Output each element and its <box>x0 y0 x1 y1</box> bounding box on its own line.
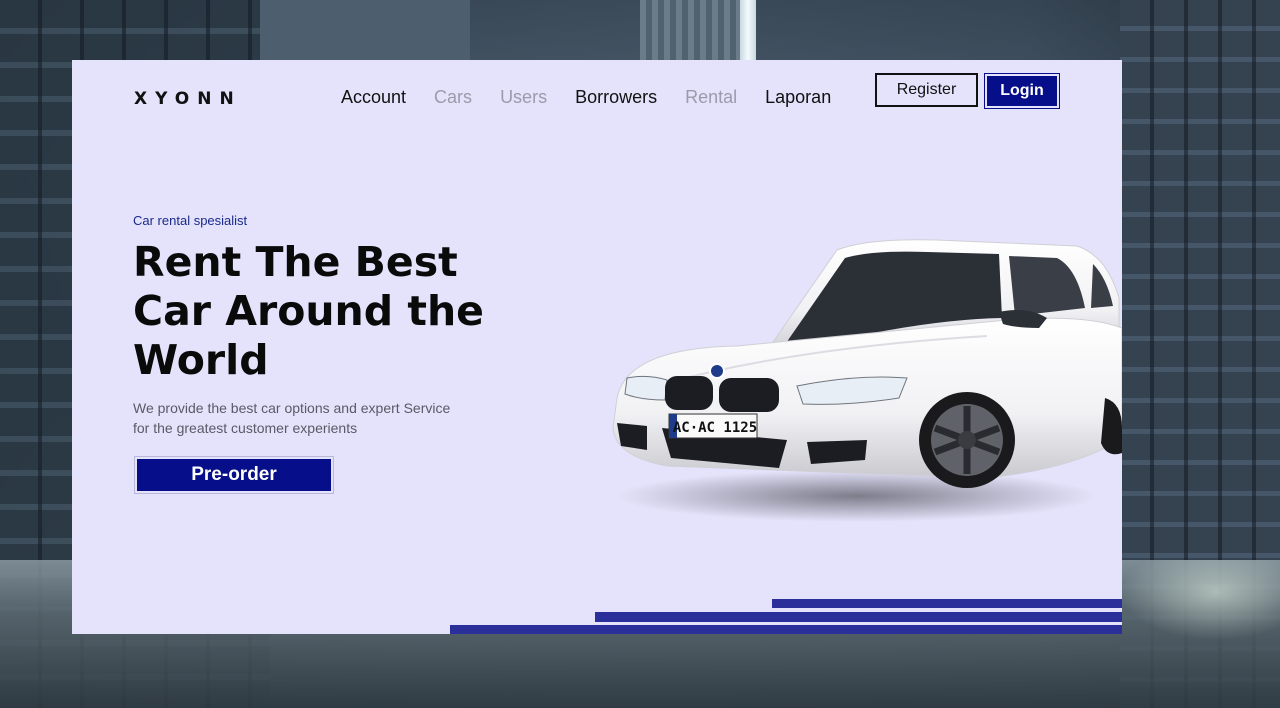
hero-tagline: Car rental spesialist <box>133 213 248 228</box>
login-button[interactable]: Login <box>984 73 1060 109</box>
nav-account[interactable]: Account <box>341 87 406 108</box>
decorative-stripe-2 <box>595 612 1122 622</box>
nav-cars[interactable]: Cars <box>434 87 472 108</box>
nav-borrowers[interactable]: Borrowers <box>575 87 657 108</box>
hero-description: We provide the best car options and expe… <box>133 400 451 436</box>
landing-card: XYONN Account Cars Users Borrowers Renta… <box>72 60 1122 634</box>
light-haze <box>1120 560 1280 640</box>
logo[interactable]: XYONN <box>134 89 242 109</box>
nav-laporan[interactable]: Laporan <box>765 87 831 108</box>
preorder-button[interactable]: Pre-order <box>134 456 334 494</box>
main-nav: Account Cars Users Borrowers Rental Lapo… <box>341 87 859 108</box>
decorative-stripe-1 <box>772 599 1122 608</box>
car-image: AC·AC 1125 <box>612 239 1122 522</box>
nav-users[interactable]: Users <box>500 87 547 108</box>
hero-headline: Rent The Best Car Around the World <box>133 238 484 384</box>
register-button[interactable]: Register <box>875 73 978 107</box>
nav-rental[interactable]: Rental <box>685 87 737 108</box>
license-plate-text: AC·AC 1125 <box>673 420 757 436</box>
decorative-stripe-3 <box>450 625 1122 634</box>
